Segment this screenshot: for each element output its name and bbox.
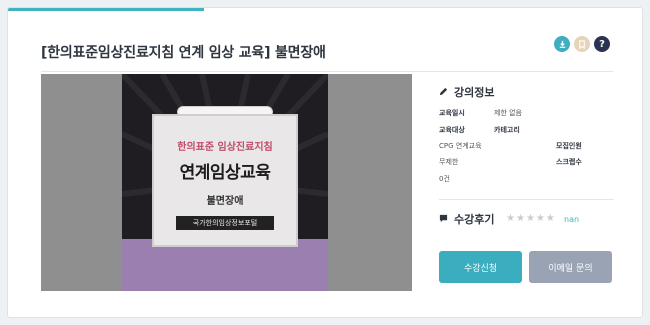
thumbnail-artwork: 한의표준 임상진료지침 연계임상교육 불면장애 국가한의임상정보포털 [122, 74, 328, 291]
course-thumbnail: 한의표준 임상진료지침 연계임상교육 불면장애 국가한의임상정보포털 [41, 74, 412, 291]
help-icon[interactable]: ? [594, 36, 610, 52]
thumbnail-line-2: 연계임상교육 [179, 163, 271, 183]
scrap-label: 스크랩수 [556, 158, 582, 166]
page-title: [한의표준임상진료지침 연계 임상 교육] 불면장애 [41, 45, 326, 61]
lecture-info-title: 강의정보 [454, 86, 495, 99]
header-actions: ? [554, 36, 610, 52]
category-label: 카테고리 [494, 126, 520, 134]
education-date-value: 제한 없음 [494, 109, 522, 117]
recruit-label: 모집인원 [556, 142, 582, 150]
apply-button[interactable]: 수강신청 [439, 251, 522, 283]
accent-bar [8, 8, 204, 11]
rating-value: nan [564, 215, 580, 224]
speech-bubble-icon [439, 213, 448, 226]
thumbnail-poster: 한의표준 임상진료지침 연계임상교육 불면장애 국가한의임상정보포털 [152, 114, 298, 247]
target-value: CPG 연계교육 [439, 142, 482, 150]
rating-stars: ★ ★ ★ ★ ★ [506, 214, 555, 224]
star-icon: ★ [535, 213, 545, 224]
star-icon: ★ [525, 213, 535, 224]
email-inquiry-button[interactable]: 이메일 문의 [529, 251, 612, 283]
education-date-label: 교육일시 [439, 109, 465, 117]
star-icon: ★ [545, 213, 555, 224]
recruit-value: 무제한 [439, 158, 459, 166]
thumbnail-badge: 국가한의임상정보포털 [176, 216, 274, 230]
star-icon: ★ [515, 213, 525, 224]
review-heading: 수강후기 [439, 211, 494, 227]
lecture-card: [한의표준임상진료지침 연계 임상 교육] 불면장애 ? 한의표준 임상진료지침… [7, 7, 643, 318]
download-icon[interactable] [554, 36, 570, 52]
pencil-icon [439, 86, 448, 99]
review-title: 수강후기 [454, 213, 495, 226]
lecture-info-heading: 강의정보 [439, 84, 494, 100]
info-divider [439, 199, 614, 200]
bookmark-icon[interactable] [574, 36, 590, 52]
thumbnail-line-1: 한의표준 임상진료지침 [177, 142, 273, 153]
target-label: 교육대상 [439, 126, 465, 134]
star-icon: ★ [506, 213, 515, 224]
header-divider [41, 71, 613, 72]
thumbnail-line-3: 불면장애 [206, 196, 244, 207]
scrap-value: 0건 [439, 175, 450, 183]
